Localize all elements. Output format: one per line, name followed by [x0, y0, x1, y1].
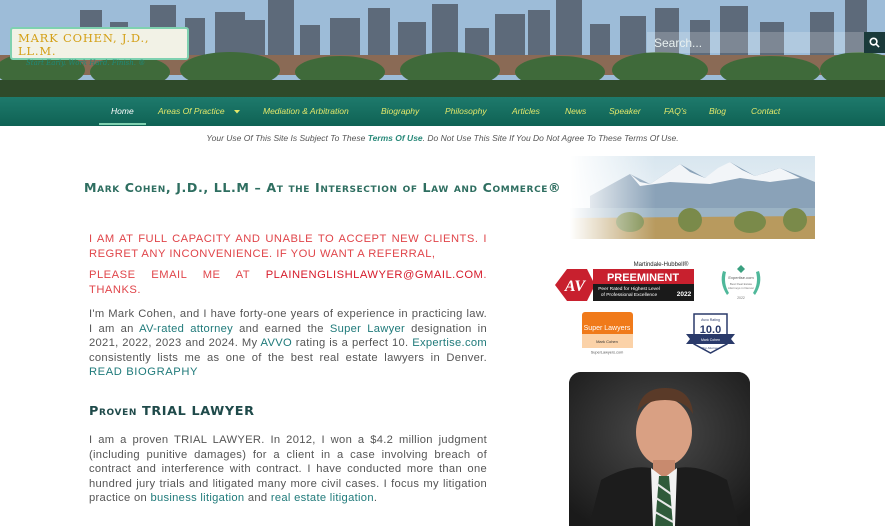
search-icon: [869, 37, 880, 48]
avvo-rating-badge[interactable]: Avvo Rating 10.0 Mark Cohen Top Attorney: [684, 312, 737, 355]
martindale-sub1-text: Peer Rated for Highest Level: [598, 286, 660, 292]
business-litigation-link[interactable]: business litigation: [150, 492, 244, 504]
martindale-badge-graphic: Martindale-Hubbell® AV PREEMINENT Peer R…: [555, 261, 694, 301]
search-input[interactable]: [647, 32, 864, 53]
martindale-year-text: 2022: [677, 291, 692, 298]
site-logo[interactable]: MARK COHEN, J.D., LL.M. Start Early. Wor…: [10, 27, 189, 67]
notice-line-1: I am at full capacity and unable to acce…: [89, 233, 487, 260]
nav-item-contact[interactable]: Contact: [751, 97, 780, 126]
expertise-name-text: Expertise.com: [728, 275, 754, 280]
header-banner: MARK COHEN, J.D., LL.M. Start Early. Wor…: [0, 0, 885, 97]
avvo-badge-graphic: Avvo Rating 10.0 Mark Cohen Top Attorney: [686, 313, 735, 354]
nav-item-faqs[interactable]: FAQ's: [664, 97, 687, 126]
martindale-av-text: AV: [564, 278, 586, 295]
superlawyers-name-text: Mark Cohen: [596, 339, 618, 344]
nav-active-indicator: [99, 123, 146, 125]
trial-paragraph: I am a proven TRIAL LAWYER. In 2012, I w…: [89, 434, 487, 504]
superlawyers-site-text: SuperLawyers.com: [591, 351, 624, 355]
nav-item-news[interactable]: News: [565, 97, 586, 126]
terms-notice: Your Use Of This Site Is Subject To Thes…: [206, 133, 679, 143]
martindale-top-text: Martindale-Hubbell®: [634, 261, 689, 268]
nav-item-label: Areas Of Practice: [158, 106, 225, 116]
logo-tagline: Start Early. Work Hard. Finish. ®: [26, 59, 146, 67]
chevron-down-icon: [233, 109, 240, 114]
avvo-link[interactable]: AVVO: [261, 337, 292, 349]
logo-title: MARK COHEN, J.D., LL.M.: [18, 31, 150, 58]
nav-item-speaker[interactable]: Speaker: [609, 97, 641, 126]
superlawyers-title-text: Super Lawyers: [584, 325, 631, 332]
nav-item-mediation-arbitration[interactable]: Mediation & Arbitration: [263, 97, 349, 126]
nav-item-philosophy[interactable]: Philosophy: [445, 97, 487, 126]
search-form: [647, 32, 885, 53]
expertise-link[interactable]: Expertise.com: [412, 337, 487, 349]
expertise-badge[interactable]: Expertise.com Best Real Estate Attorneys…: [717, 261, 765, 303]
nav-item-blog[interactable]: Blog: [709, 97, 726, 126]
intro-paragraph: I'm Mark Cohen, and I have forty-one yea…: [89, 308, 487, 378]
avvo-top-text: Avvo Rating: [701, 318, 720, 322]
expertise-year-text: 2022: [737, 296, 745, 300]
trial-lawyer-heading: Proven TRIAL LAWYER: [89, 404, 255, 419]
notice-line-2: please email me at plainenglishlawyer@gm…: [89, 269, 487, 296]
real-estate-litigation-link[interactable]: real estate litigation: [271, 492, 374, 504]
capacity-notice: I am at full capacity and unable to acce…: [89, 232, 487, 297]
email-link[interactable]: plainenglishlawyer@gmail.com: [266, 269, 484, 281]
mountain-landscape-image: [570, 156, 815, 239]
expertise-text-2: Attorneys in Denver: [728, 286, 754, 290]
nav-item-biography[interactable]: Biography: [381, 97, 419, 126]
attorney-photo: [569, 372, 750, 526]
av-rated-link[interactable]: AV-rated attorney: [139, 323, 233, 335]
nav-item-areas-of-practice[interactable]: Areas Of Practice: [158, 97, 241, 126]
read-biography-link[interactable]: Read Biography: [89, 366, 198, 378]
main-nav: Home Areas Of Practice Mediation & Arbit…: [0, 97, 885, 126]
super-lawyer-link[interactable]: Super Lawyer: [330, 323, 405, 335]
attorney-portrait: [569, 372, 750, 526]
avvo-name-text: Mark Cohen: [701, 338, 720, 342]
martindale-preeminent-badge[interactable]: Martindale-Hubbell® AV PREEMINENT Peer R…: [553, 259, 695, 304]
expertise-badge-graphic: Expertise.com Best Real Estate Attorneys…: [721, 265, 761, 300]
terms-of-use-link[interactable]: Terms Of Use: [368, 133, 423, 143]
martindale-sub2-text: of Professional Excellence: [601, 292, 658, 298]
nav-item-home[interactable]: Home: [111, 97, 134, 126]
nav-item-articles[interactable]: Articles: [512, 97, 540, 126]
avvo-bottom-text: Top Attorney: [702, 346, 719, 350]
martindale-preeminent-text: PREEMINENT: [607, 272, 679, 284]
search-button[interactable]: [864, 32, 885, 53]
super-lawyers-badge-graphic: Super Lawyers Mark Cohen SuperLawyers.co…: [582, 312, 633, 355]
super-lawyers-badge[interactable]: Super Lawyers Mark Cohen SuperLawyers.co…: [582, 312, 633, 355]
